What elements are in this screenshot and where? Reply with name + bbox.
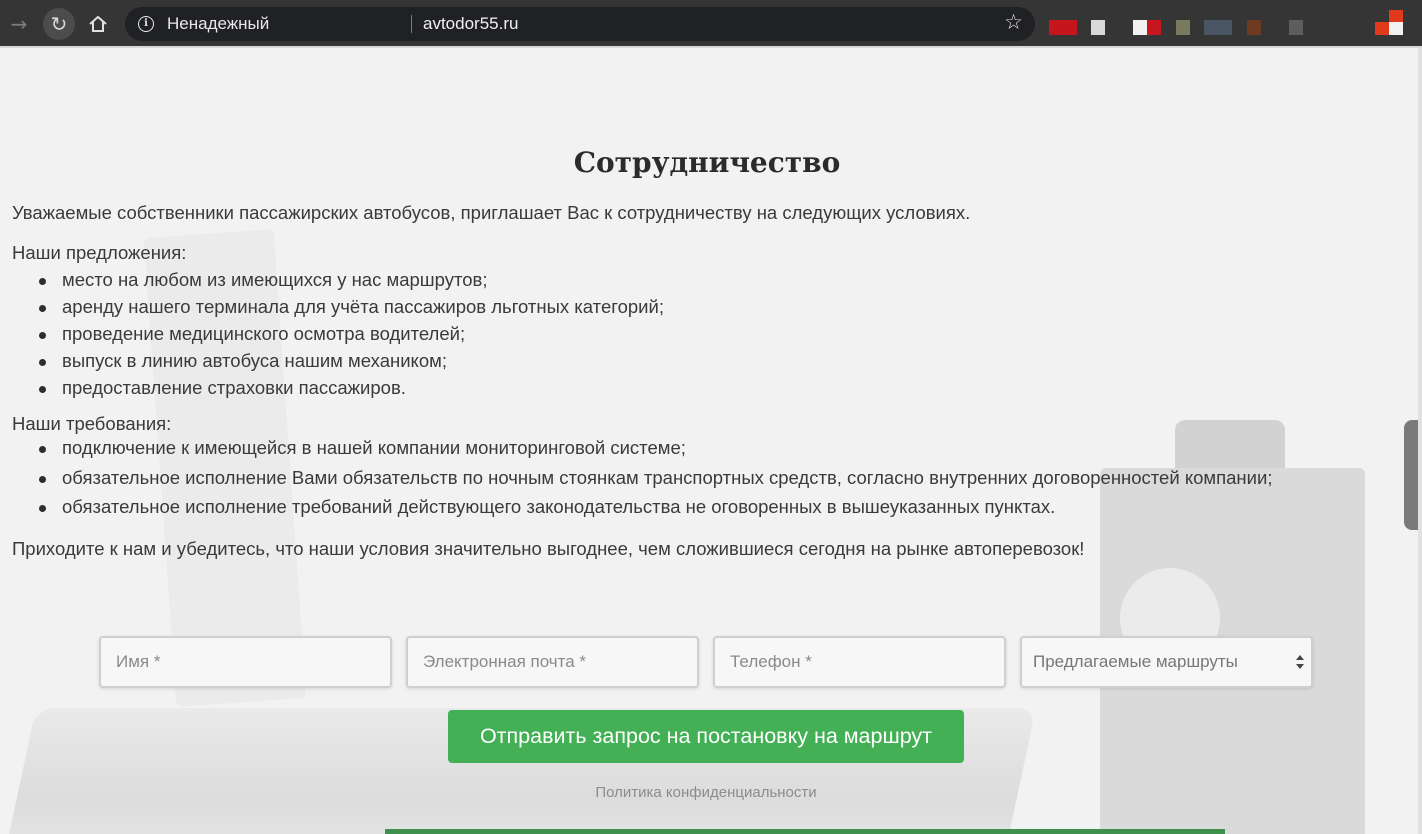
bottom-accent-strip xyxy=(385,829,1225,834)
address-divider xyxy=(411,15,412,33)
phone-input[interactable] xyxy=(713,636,1006,688)
url-text[interactable]: avtodor55.ru xyxy=(423,14,518,34)
profile-icon[interactable] xyxy=(1375,10,1403,35)
list-item: подключение к имеющейся в нашей компании… xyxy=(38,437,1272,467)
bookmark-star-icon[interactable]: ☆ xyxy=(1004,10,1023,34)
list-item: обязательное исполнение Вами обязательст… xyxy=(38,467,1272,497)
requirements-heading: Наши требования: xyxy=(12,413,172,434)
extension-icon[interactable] xyxy=(1133,20,1147,35)
list-item: место на любом из имеющихся у нас маршру… xyxy=(39,269,664,296)
extension-icon[interactable] xyxy=(1147,20,1161,35)
extension-icon[interactable] xyxy=(1091,20,1105,35)
intro-text: Уважаемые собственники пассажирских авто… xyxy=(12,202,971,223)
reload-icon[interactable]: ↻ xyxy=(43,8,75,40)
home-icon[interactable] xyxy=(82,8,114,40)
email-input[interactable] xyxy=(406,636,699,688)
address-bar[interactable]: i Ненадежный avtodor55.ru ☆ xyxy=(125,7,1035,41)
browser-toolbar: → ↻ i Ненадежный avtodor55.ru ☆ xyxy=(0,0,1422,48)
offers-list: место на любом из имеющихся у нас маршру… xyxy=(39,269,664,404)
routes-select[interactable]: Предлагаемые маршруты xyxy=(1020,636,1313,688)
name-input[interactable] xyxy=(99,636,392,688)
list-item: выпуск в линию автобуса нашим механиком; xyxy=(39,350,664,377)
requirements-list: подключение к имеющейся в нашей компании… xyxy=(38,437,1272,526)
page-title: Сотрудничество xyxy=(573,146,841,179)
forward-icon[interactable]: → xyxy=(3,8,35,40)
offers-heading: Наши предложения: xyxy=(12,242,187,263)
extension-icon[interactable] xyxy=(1176,20,1190,35)
window-edge xyxy=(1418,48,1422,834)
privacy-policy-link[interactable]: Политика конфиденциальности xyxy=(0,784,1412,801)
list-item: обязательное исполнение требований дейст… xyxy=(38,496,1272,526)
extension-icon[interactable] xyxy=(1049,20,1077,35)
select-arrows-icon xyxy=(1296,655,1304,669)
info-icon[interactable]: i xyxy=(138,16,154,32)
list-item: проведение медицинского осмотра водителе… xyxy=(39,323,664,350)
page-body: Сотрудничество Уважаемые собственники па… xyxy=(0,48,1418,834)
list-item: предоставление страховки пассажиров. xyxy=(39,377,664,404)
side-handle[interactable] xyxy=(1404,420,1418,530)
extension-icon[interactable] xyxy=(1247,20,1261,35)
list-item: аренду нашего терминала для учёта пассаж… xyxy=(39,296,664,323)
extension-icon[interactable] xyxy=(1289,20,1303,35)
extension-icon[interactable] xyxy=(1204,20,1232,35)
submit-request-button[interactable]: Отправить запрос на постановку на маршру… xyxy=(448,710,964,763)
security-label: Ненадежный xyxy=(167,14,270,33)
closing-text: Приходите к нам и убедитесь, что наши ус… xyxy=(12,538,1085,559)
routes-select-value: Предлагаемые маршруты xyxy=(1033,652,1238,671)
